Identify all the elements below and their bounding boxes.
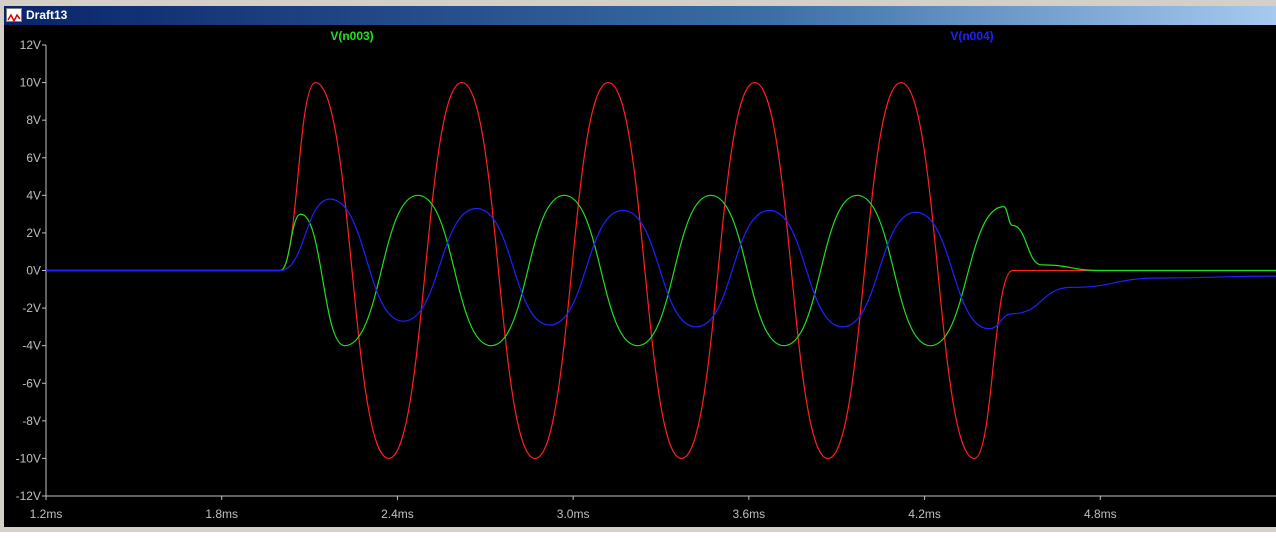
y-tick-label: 2V <box>26 226 41 240</box>
y-tick-label: -12V <box>16 489 41 503</box>
plot-window: Draft13 12V 10V 8V 6V 4V 2V 0V -2V -4V -6V -8V -10V… <box>0 0 1276 532</box>
y-tick-label: -6V <box>22 376 41 390</box>
x-tick-label: 4.2ms <box>908 507 941 521</box>
y-tick-label: -2V <box>22 301 41 315</box>
x-tick-label: 3.0ms <box>557 507 590 521</box>
legend-label: V(n003) <box>330 29 373 43</box>
y-tick-label: 6V <box>26 151 41 165</box>
window-title: Draft13 <box>26 8 68 22</box>
y-tick-label: 8V <box>26 113 41 127</box>
waveform-icon[interactable] <box>6 8 22 23</box>
plot-area[interactable]: 12V 10V 8V 6V 4V 2V 0V -2V -4V -6V -8V -10V -12V 1.2m… <box>4 25 1276 527</box>
y-tick-label: -8V <box>22 414 41 428</box>
y-tick-label: -10V <box>16 451 41 465</box>
y-tick-label: 4V <box>26 188 41 202</box>
y-tick-label: 10V <box>20 76 41 90</box>
trace-v-n004-line <box>45 198 1276 330</box>
x-tick-label: 4.8ms <box>1084 507 1117 521</box>
x-tick-label: 1.8ms <box>205 507 238 521</box>
title-bar[interactable]: Draft13 <box>4 6 1276 25</box>
x-tick-label: 1.2ms <box>30 507 63 521</box>
y-tick-label: 0V <box>26 264 41 278</box>
waveform-chart[interactable]: 12V 10V 8V 6V 4V 2V 0V -2V -4V -6V -8V -10V -12V 1.2m… <box>4 25 1276 527</box>
legend-label: V(n004) <box>950 29 993 43</box>
x-tick-label: 2.4ms <box>381 507 414 521</box>
x-tick-label: 3.6ms <box>733 507 766 521</box>
y-tick-label: 12V <box>20 38 41 52</box>
y-tick-label: -4V <box>22 339 41 353</box>
